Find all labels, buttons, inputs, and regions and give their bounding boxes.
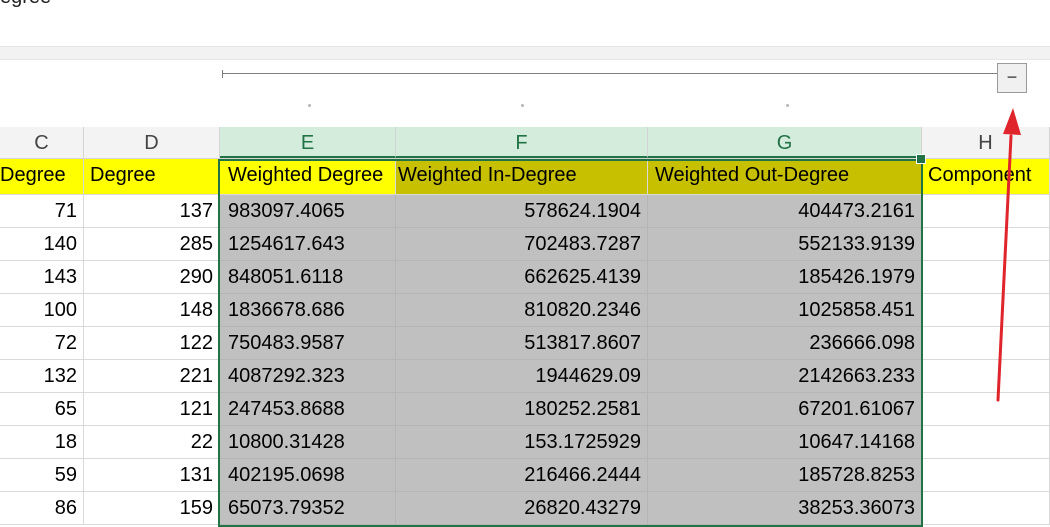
annotation-arrow-icon (996, 108, 1021, 402)
